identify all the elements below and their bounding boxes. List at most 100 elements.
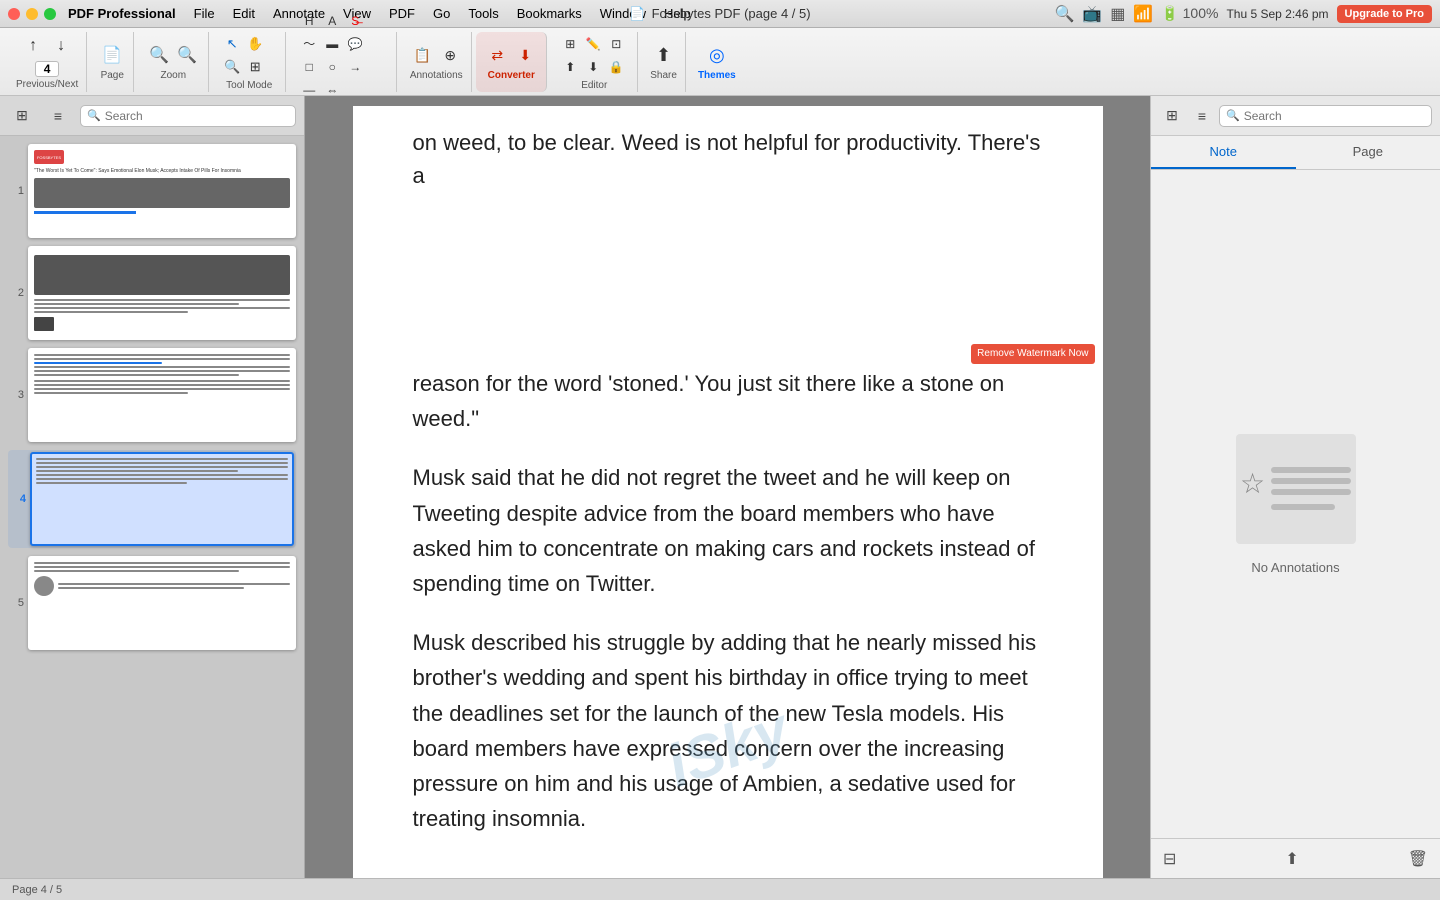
menu-edit[interactable]: Edit [225,4,263,23]
page-number-display[interactable]: 4 [35,61,59,77]
thumbnail-box-5[interactable] [28,556,296,650]
grid-view-button[interactable]: ⊞ [8,102,36,130]
next-button[interactable]: ↓ [48,33,74,59]
magnify-tool-button[interactable]: 🔍 [221,56,243,78]
pdf-top-text: on weed, to be clear. Weed is not helpfu… [413,126,1043,192]
annotate-group: H A S̶ 〜 ▬ 💬 □ ○ → — ⇔ Annotate [290,32,397,92]
main-toolbar: ↑ ↓ 4 Previous/Next 📄 Page 🔍 🔍 Zoom ↖ ✋ … [0,28,1440,96]
annotations-label: Annotations [410,70,463,81]
search-icon[interactable]: 🔍 [1054,4,1074,24]
thumbnail-box-4[interactable] [30,452,294,546]
page-icon[interactable]: 📄 [99,42,125,68]
editor-btn-2[interactable]: ✏️ [582,33,604,55]
thumbnail-box-1[interactable]: FOSSBYTES "The Worst Is Yet To Come": Sa… [28,144,296,238]
menu-file[interactable]: File [186,4,223,23]
note-button[interactable]: 💬 [344,33,366,55]
editor-btn-4[interactable]: ⬆ [559,56,581,78]
page-group: 📄 Page [91,32,134,92]
upgrade-button[interactable]: Upgrade to Pro [1337,5,1432,23]
airplay-icon[interactable]: 📺 [1082,4,1102,24]
editor-btn-1[interactable]: ⊞ [559,33,581,55]
thumbnail-3[interactable]: 3 [8,348,296,442]
no-annotations-placeholder: ☆ [1236,434,1356,544]
pdf-main-area: on weed, to be clear. Weed is not helpfu… [305,96,1150,878]
pdf-text-paragraph2: Musk said that he did not regret the twe… [413,460,1043,601]
tab-note[interactable]: Note [1151,136,1296,169]
tab-page[interactable]: Page [1296,136,1440,169]
filter-icon[interactable]: ⊟ [1163,849,1176,869]
themes-button[interactable]: ◎ [704,42,730,68]
search-icon: 🔍 [87,109,101,122]
right-search-input[interactable] [1244,109,1425,123]
right-panel-footer: ⊟ ⬆ 🗑 [1151,838,1440,878]
previous-button[interactable]: ↑ [20,33,46,59]
editor-group: ⊞ ✏️ ⊡ ⬆ ⬇ 🔒 Editor [551,32,638,92]
window-controls[interactable] [8,8,56,20]
titlebar: PDF Professional File Edit Annotate View… [0,0,1440,28]
right-search-bar[interactable]: 🔍 [1219,105,1432,127]
right-list-view-button[interactable]: ≡ [1189,103,1215,129]
editor-btn-5[interactable]: ⬇ [582,56,604,78]
control-center-icon[interactable]: ▦ [1110,4,1125,24]
minimize-button[interactable] [26,8,38,20]
strikethrough-button[interactable]: S̶ [344,10,366,32]
right-search-icon: 🔍 [1226,109,1240,122]
fullscreen-button[interactable] [44,8,56,20]
menu-go[interactable]: Go [425,4,458,23]
panel-search-input[interactable] [105,109,289,123]
annotation-list-button[interactable]: 📋 [409,42,435,68]
delete-icon[interactable]: 🗑 [1408,849,1428,869]
rect-button[interactable]: □ [298,56,320,78]
editor-btn-6[interactable]: 🔒 [605,56,627,78]
annotations-icons: 📋 ⊕ [409,42,463,68]
annotation-flatten-button[interactable]: ⊕ [437,42,463,68]
tool-mode-icons: ↖ ✋ 🔍 ⊞ [221,33,277,78]
menu-tools[interactable]: Tools [460,4,506,23]
remove-watermark-button[interactable]: Remove Watermark Now [971,344,1094,364]
converter-extra-button[interactable]: ⬇ [512,42,538,68]
share-button[interactable]: ⬆ [651,42,677,68]
wifi-icon[interactable]: 📶 [1133,4,1153,24]
battery-icon: 🔋 100% [1161,5,1218,22]
thumbnail-box-3[interactable] [28,348,296,442]
highlight-button[interactable]: H [298,10,320,32]
redact-button[interactable]: ▬ [321,33,343,55]
tool-mode-group: ↖ ✋ 🔍 ⊞ Tool Mode [213,32,286,92]
panel-search-bar[interactable]: 🔍 [80,105,296,127]
themes-label: Themes [698,70,736,81]
menu-bar: PDF Professional File Edit Annotate View… [68,4,1054,23]
right-panel-toolbar: ⊞ ≡ 🔍 [1151,96,1440,136]
zoom-in-button[interactable]: 🔍 [174,42,200,68]
menu-bookmarks[interactable]: Bookmarks [509,4,590,23]
left-panel: ⊞ ≡ 🔍 1 FOSSBYTES "The Worst Is Yet To C… [0,96,305,878]
thumbnail-4[interactable]: 4 [8,450,296,548]
pdf-page-main: Remove Watermark Now reason for the word… [353,336,1103,878]
previous-next-group: ↑ ↓ 4 Previous/Next [8,32,87,92]
annotations-area: ☆ No Annotations [1151,170,1440,838]
text-button[interactable]: A [321,10,343,32]
select-tool-button[interactable]: ↖ [221,33,243,55]
hand-tool-button[interactable]: ✋ [244,33,266,55]
share-group: ⬆ Share [642,32,686,92]
list-view-button[interactable]: ≡ [44,102,72,130]
pdf-scroll-area[interactable]: on weed, to be clear. Weed is not helpfu… [305,96,1150,878]
converter-button[interactable]: ⇄ [484,42,510,68]
zoom-out-button[interactable]: 🔍 [146,42,172,68]
right-grid-view-button[interactable]: ⊞ [1159,103,1185,129]
editor-btn-3[interactable]: ⊡ [605,33,627,55]
export-icon[interactable]: ⬆ [1285,849,1298,869]
status-text: Page 4 / 5 [12,884,62,896]
zoom-group: 🔍 🔍 Zoom [138,32,209,92]
thumbnail-box-2[interactable] [28,246,296,340]
close-button[interactable] [8,8,20,20]
pdf-page-top: on weed, to be clear. Weed is not helpfu… [353,106,1103,336]
thumbnail-2[interactable]: 2 [8,246,296,340]
oval-button[interactable]: ○ [321,56,343,78]
squiggle-button[interactable]: 〜 [298,33,320,55]
thumbnail-1[interactable]: 1 FOSSBYTES "The Worst Is Yet To Come": … [8,144,296,238]
snapshot-tool-button[interactable]: ⊞ [244,56,266,78]
thumbnail-5[interactable]: 5 [8,556,296,650]
status-bar: Page 4 / 5 [0,878,1440,900]
arrow-button[interactable]: → [344,56,366,78]
right-panel-tabs: Note Page [1151,136,1440,170]
